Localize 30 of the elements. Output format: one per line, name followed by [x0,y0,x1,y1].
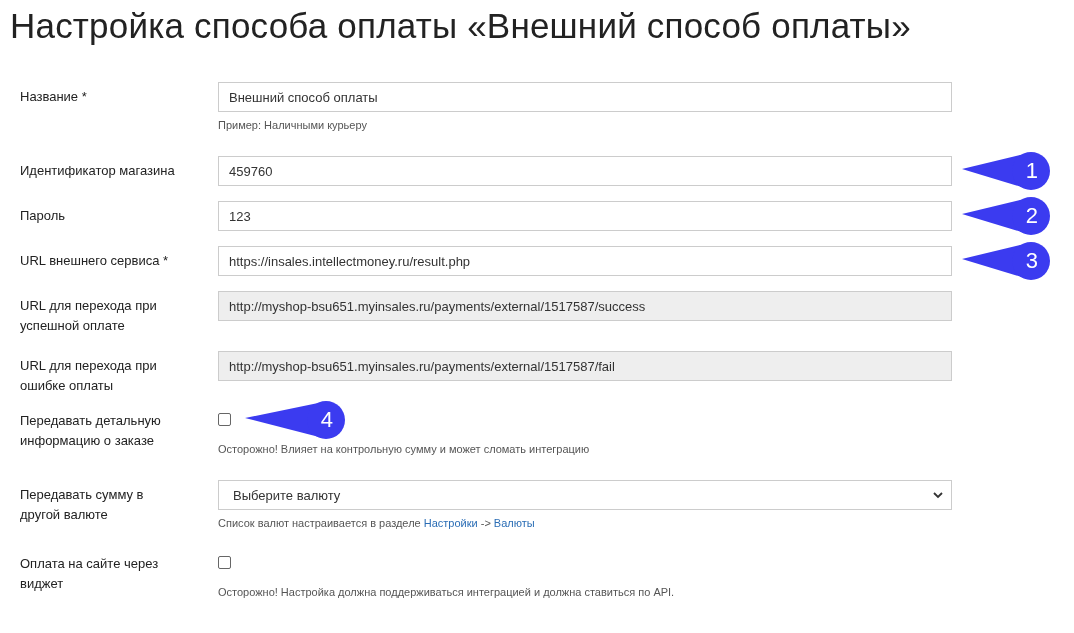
checkbox[interactable] [218,556,231,569]
hint-text: Список валют настраивается в разделе Настройки -> Валюты [218,517,535,529]
numbered-callout: 1 [962,152,1050,190]
settings-link[interactable]: Настройки [423,517,478,529]
field-label: URL внешнего сервиса * [20,252,170,270]
numbered-callout: 3 [962,242,1050,280]
field-label: Идентификатор магазина [20,162,176,180]
checkbox[interactable] [218,413,231,426]
field-label: URL для перехода при успешной оплате [20,297,158,335]
input-field[interactable]: 123 [218,201,952,231]
field-label: Оплата на сайте через виджет [20,555,160,593]
hint-text: Пример: Наличными курьеру [218,119,367,131]
field-label: Название * [20,88,88,106]
currency-select[interactable]: Выберите валюту [218,480,952,510]
input-field[interactable]: https://insales.intellectmoney.ru/result.php [218,246,952,276]
numbered-callout: 2 [962,197,1050,235]
numbered-callout: 4 [245,400,345,439]
input-field[interactable]: Внешний способ оплаты [218,82,952,112]
field-label: Передавать детальную информацию о заказе [20,412,162,450]
field-label: Пароль [20,207,67,225]
readonly-field[interactable]: http://myshop-bsu651.myinsales.ru/payments/external/1517587/success [218,291,952,321]
page-title: Настройка способа оплаты «Внешний способ оплаты» [10,6,912,46]
readonly-field[interactable]: http://myshop-bsu651.myinsales.ru/payments/external/1517587/fail [218,351,952,381]
field-label: Передавать сумму в другой валюте [20,486,145,524]
input-field[interactable]: 459760 [218,156,952,186]
hint-text: Осторожно! Настройка должна поддерживаться интеграцией и должна ставиться по API. [218,586,675,598]
chevron-down-icon [933,491,943,499]
field-label: URL для перехода при ошибке оплаты [20,357,158,395]
settings-link[interactable]: Валюты [493,517,535,529]
hint-text: Осторожно! Влияет на контрольную сумму и может сломать интеграцию [218,443,590,455]
